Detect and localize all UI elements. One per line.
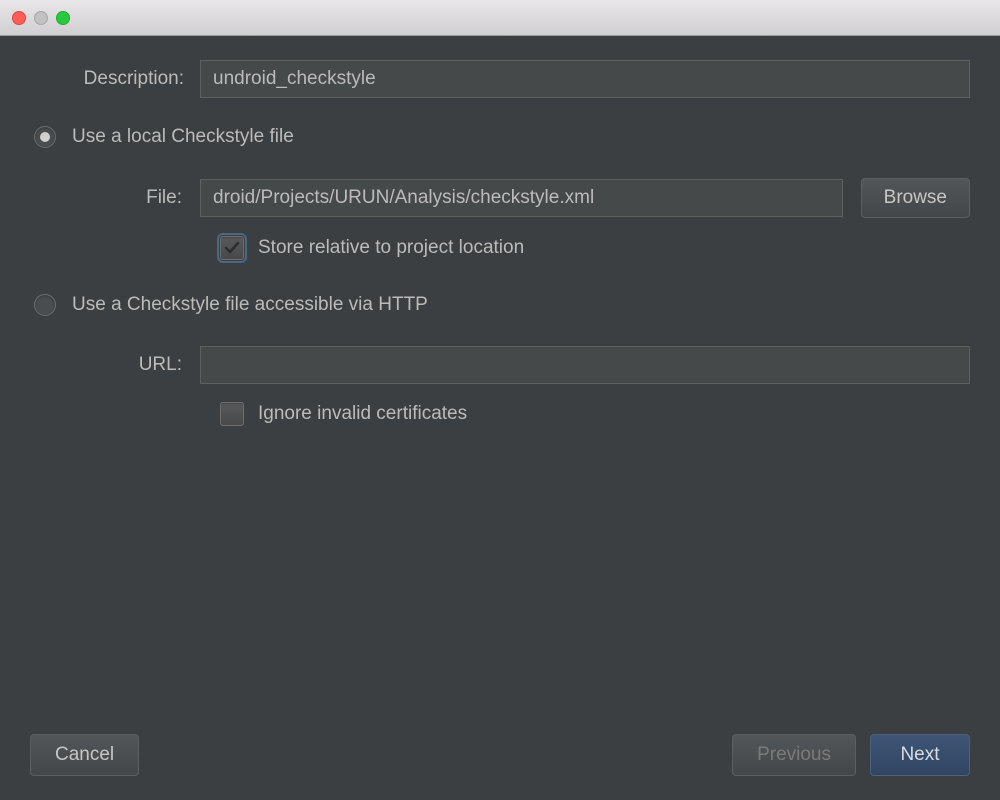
ignore-certs-row: Ignore invalid certificates [30, 402, 970, 426]
radio-local[interactable] [34, 126, 56, 148]
ignore-certs-checkbox[interactable] [220, 402, 244, 426]
radio-http-label: Use a Checkstyle file accessible via HTT… [72, 294, 428, 316]
minimize-icon[interactable] [34, 11, 48, 25]
browse-button[interactable]: Browse [861, 178, 970, 218]
description-label: Description: [30, 68, 200, 90]
radio-http-row[interactable]: Use a Checkstyle file accessible via HTT… [30, 294, 970, 316]
url-row: URL: [30, 346, 970, 384]
dialog-content: Description: Use a local Checkstyle file… [0, 36, 1000, 800]
url-input[interactable] [200, 346, 970, 384]
store-relative-row: Store relative to project location [30, 236, 970, 260]
radio-local-label: Use a local Checkstyle file [72, 126, 294, 148]
url-label: URL: [70, 354, 200, 376]
radio-local-row[interactable]: Use a local Checkstyle file [30, 126, 970, 148]
titlebar [0, 0, 1000, 36]
description-input[interactable] [200, 60, 970, 98]
checkmark-icon [223, 239, 241, 257]
radio-http[interactable] [34, 294, 56, 316]
file-input[interactable] [200, 179, 843, 217]
store-relative-checkbox[interactable] [220, 236, 244, 260]
store-relative-label: Store relative to project location [258, 237, 524, 259]
maximize-icon[interactable] [56, 11, 70, 25]
ignore-certs-label: Ignore invalid certificates [258, 403, 467, 425]
previous-button: Previous [732, 734, 856, 776]
next-button[interactable]: Next [870, 734, 970, 776]
file-label: File: [70, 187, 200, 209]
description-row: Description: [30, 60, 970, 98]
dialog-window: Description: Use a local Checkstyle file… [0, 0, 1000, 800]
file-row: File: Browse [30, 178, 970, 218]
button-row: Cancel Previous Next [30, 714, 970, 776]
close-icon[interactable] [12, 11, 26, 25]
cancel-button[interactable]: Cancel [30, 734, 139, 776]
